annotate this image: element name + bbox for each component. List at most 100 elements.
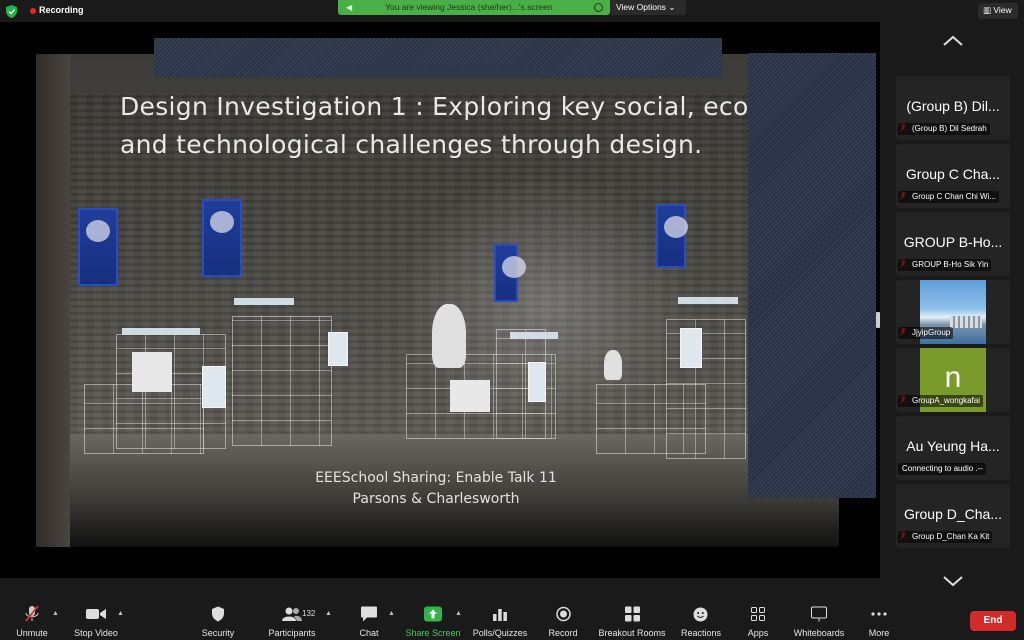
chevron-up-icon[interactable]: ▲ [388,610,395,617]
more-label: More [868,628,890,638]
record-icon [555,606,571,622]
exhibit-screen [328,332,348,366]
participant-label: GroupA_wongkafai [898,395,984,407]
participant-tile[interactable]: Group C Cha... Group C Chan Chi Wi... [896,144,1010,208]
grid-icon: ▥ [983,5,992,15]
chat-button[interactable]: Chat [354,606,384,638]
muted-microphone-icon [25,606,39,622]
screen-overlay-top [154,38,722,78]
chevron-up-icon[interactable] [942,34,964,48]
security-label: Security [201,628,235,638]
participant-label: Connecting to audio .-- [898,463,986,475]
participant-display-name: GROUP B-Ho... [903,234,1003,250]
exhibit-rack [232,316,332,446]
stop-video-button[interactable]: Stop Video [70,606,122,638]
apps-label: Apps [747,628,769,638]
slide-caption-line-1: EEESchool Sharing: Enable Talk 11 [315,470,557,486]
whiteboards-button[interactable]: Whiteboards [788,606,850,638]
slide-pillar [36,54,70,547]
participant-tile[interactable]: Group D_Cha... Group D_Chan Ka Kit [896,484,1010,548]
exhibit-plinth [450,380,490,412]
share-screen-label: Share Screen [405,628,461,638]
participant-tile[interactable]: GROUP B-Ho... GROUP B-Ho Sik Yin [896,212,1010,276]
chevron-up-icon[interactable]: ▲ [52,610,59,617]
exhibit-banner [656,204,688,268]
participant-display-name: (Group B) Dil... [906,98,1000,114]
share-banner-text: You are viewing Jessica (she/her)...'s s… [385,2,553,12]
meeting-toolbar: Unmute ▲ Stop Video ▲ Security Participa… [0,600,1024,640]
view-button[interactable]: ▥ View [978,3,1018,19]
screen-overlay-right [748,53,876,498]
exhibit-screen [680,328,702,368]
polls-label: Polls/Quizzes [472,628,528,638]
chevron-down-icon: ⌄ [668,2,676,12]
view-label: View [993,5,1012,15]
record-button[interactable]: Record [546,606,580,638]
reactions-label: Reactions [680,628,722,638]
share-screen-icon [424,606,442,622]
share-screen-button[interactable]: Share Screen [404,606,462,638]
breakout-rooms-button[interactable]: Breakout Rooms [596,606,668,638]
view-options-label: View Options [616,2,666,12]
exhibit-lightbar [234,298,294,305]
slide-title: Design Investigation 1 : Exploring key s… [120,88,788,164]
exhibit-banner [494,244,526,302]
shield-icon[interactable] [6,5,17,18]
whiteboard-icon [811,606,827,622]
chevron-up-icon[interactable]: ▲ [117,610,124,617]
slide: Design Investigation 1 : Exploring key s… [36,54,839,547]
shared-screen[interactable]: Design Investigation 1 : Exploring key s… [0,22,880,578]
chevron-down-icon[interactable] [942,574,964,588]
slide-title-line-1: Design Investigation 1 : Exploring key s… [120,92,788,121]
participant-tile[interactable]: Au Yeung Ha... Connecting to audio .-- [896,416,1010,480]
slide-caption-line-2: Parsons & Charlesworth [352,491,520,507]
exhibit-screen [528,362,546,402]
participant-display-name: Au Yeung Ha... [906,438,1000,454]
reactions-button[interactable]: Reactions [678,606,724,638]
recording-label[interactable]: Recording [39,5,84,15]
more-dots-icon [871,612,887,616]
more-button[interactable]: More [862,606,896,638]
view-options-button[interactable]: View Options ⌄ [610,0,686,15]
exhibit-banner [78,208,118,286]
status-ring-icon [594,3,603,12]
exhibit-sculpture [432,304,466,368]
exhibit-banner [202,199,242,277]
breakout-rooms-label: Breakout Rooms [598,628,666,638]
record-label: Record [548,628,578,638]
participant-label: GROUP B-Ho Sik Yin [898,259,992,271]
shield-icon [212,606,224,622]
apps-button[interactable]: Apps [742,606,774,638]
exhibit-screen [202,366,226,408]
unmute-button[interactable]: Unmute [12,606,52,638]
security-button[interactable]: Security [198,606,238,638]
top-bar: Recording ◀ You are viewing Jessica (she… [0,0,1024,22]
chevron-up-icon[interactable]: ▲ [455,610,462,617]
exhibit-lightbar [122,328,200,335]
slide-title-line-2: and technological challenges through des… [120,130,703,159]
stop-video-label: Stop Video [74,628,118,638]
participant-tile[interactable]: (Group B) Dil... (Group B) Dil Sedrah [896,76,1010,140]
participant-label: Group C Chan Chi Wi... [898,191,1000,203]
speaker-icon: ◀ [346,3,353,12]
participant-gallery: (Group B) Dil... (Group B) Dil Sedrah Gr… [880,22,1024,587]
chat-label: Chat [359,628,379,638]
exhibit-plinth [132,352,172,392]
participant-tile[interactable]: JjyipGroup [896,280,1010,344]
participant-display-name: Group C Cha... [905,166,1001,182]
participant-tile[interactable]: n GroupA_wongkafai [896,348,1010,412]
participant-label: Group D_Chan Ka Kit [898,531,993,543]
chevron-up-icon[interactable]: ▲ [325,610,332,617]
slide-caption: EEESchool Sharing: Enable Talk 11 Parson… [276,468,596,510]
exhibit-lightbar [510,332,558,339]
participants-count: 132 [302,609,316,618]
apps-icon [751,607,765,621]
end-meeting-button[interactable]: End [970,611,1016,631]
bar-chart-icon [493,609,507,621]
whiteboards-label: Whiteboards [793,628,845,638]
recording-dot-icon [30,8,36,14]
breakout-rooms-icon [624,606,640,622]
polls-button[interactable]: Polls/Quizzes [470,606,530,638]
unmute-label: Unmute [16,628,48,638]
participants-label: Participants [268,628,316,638]
